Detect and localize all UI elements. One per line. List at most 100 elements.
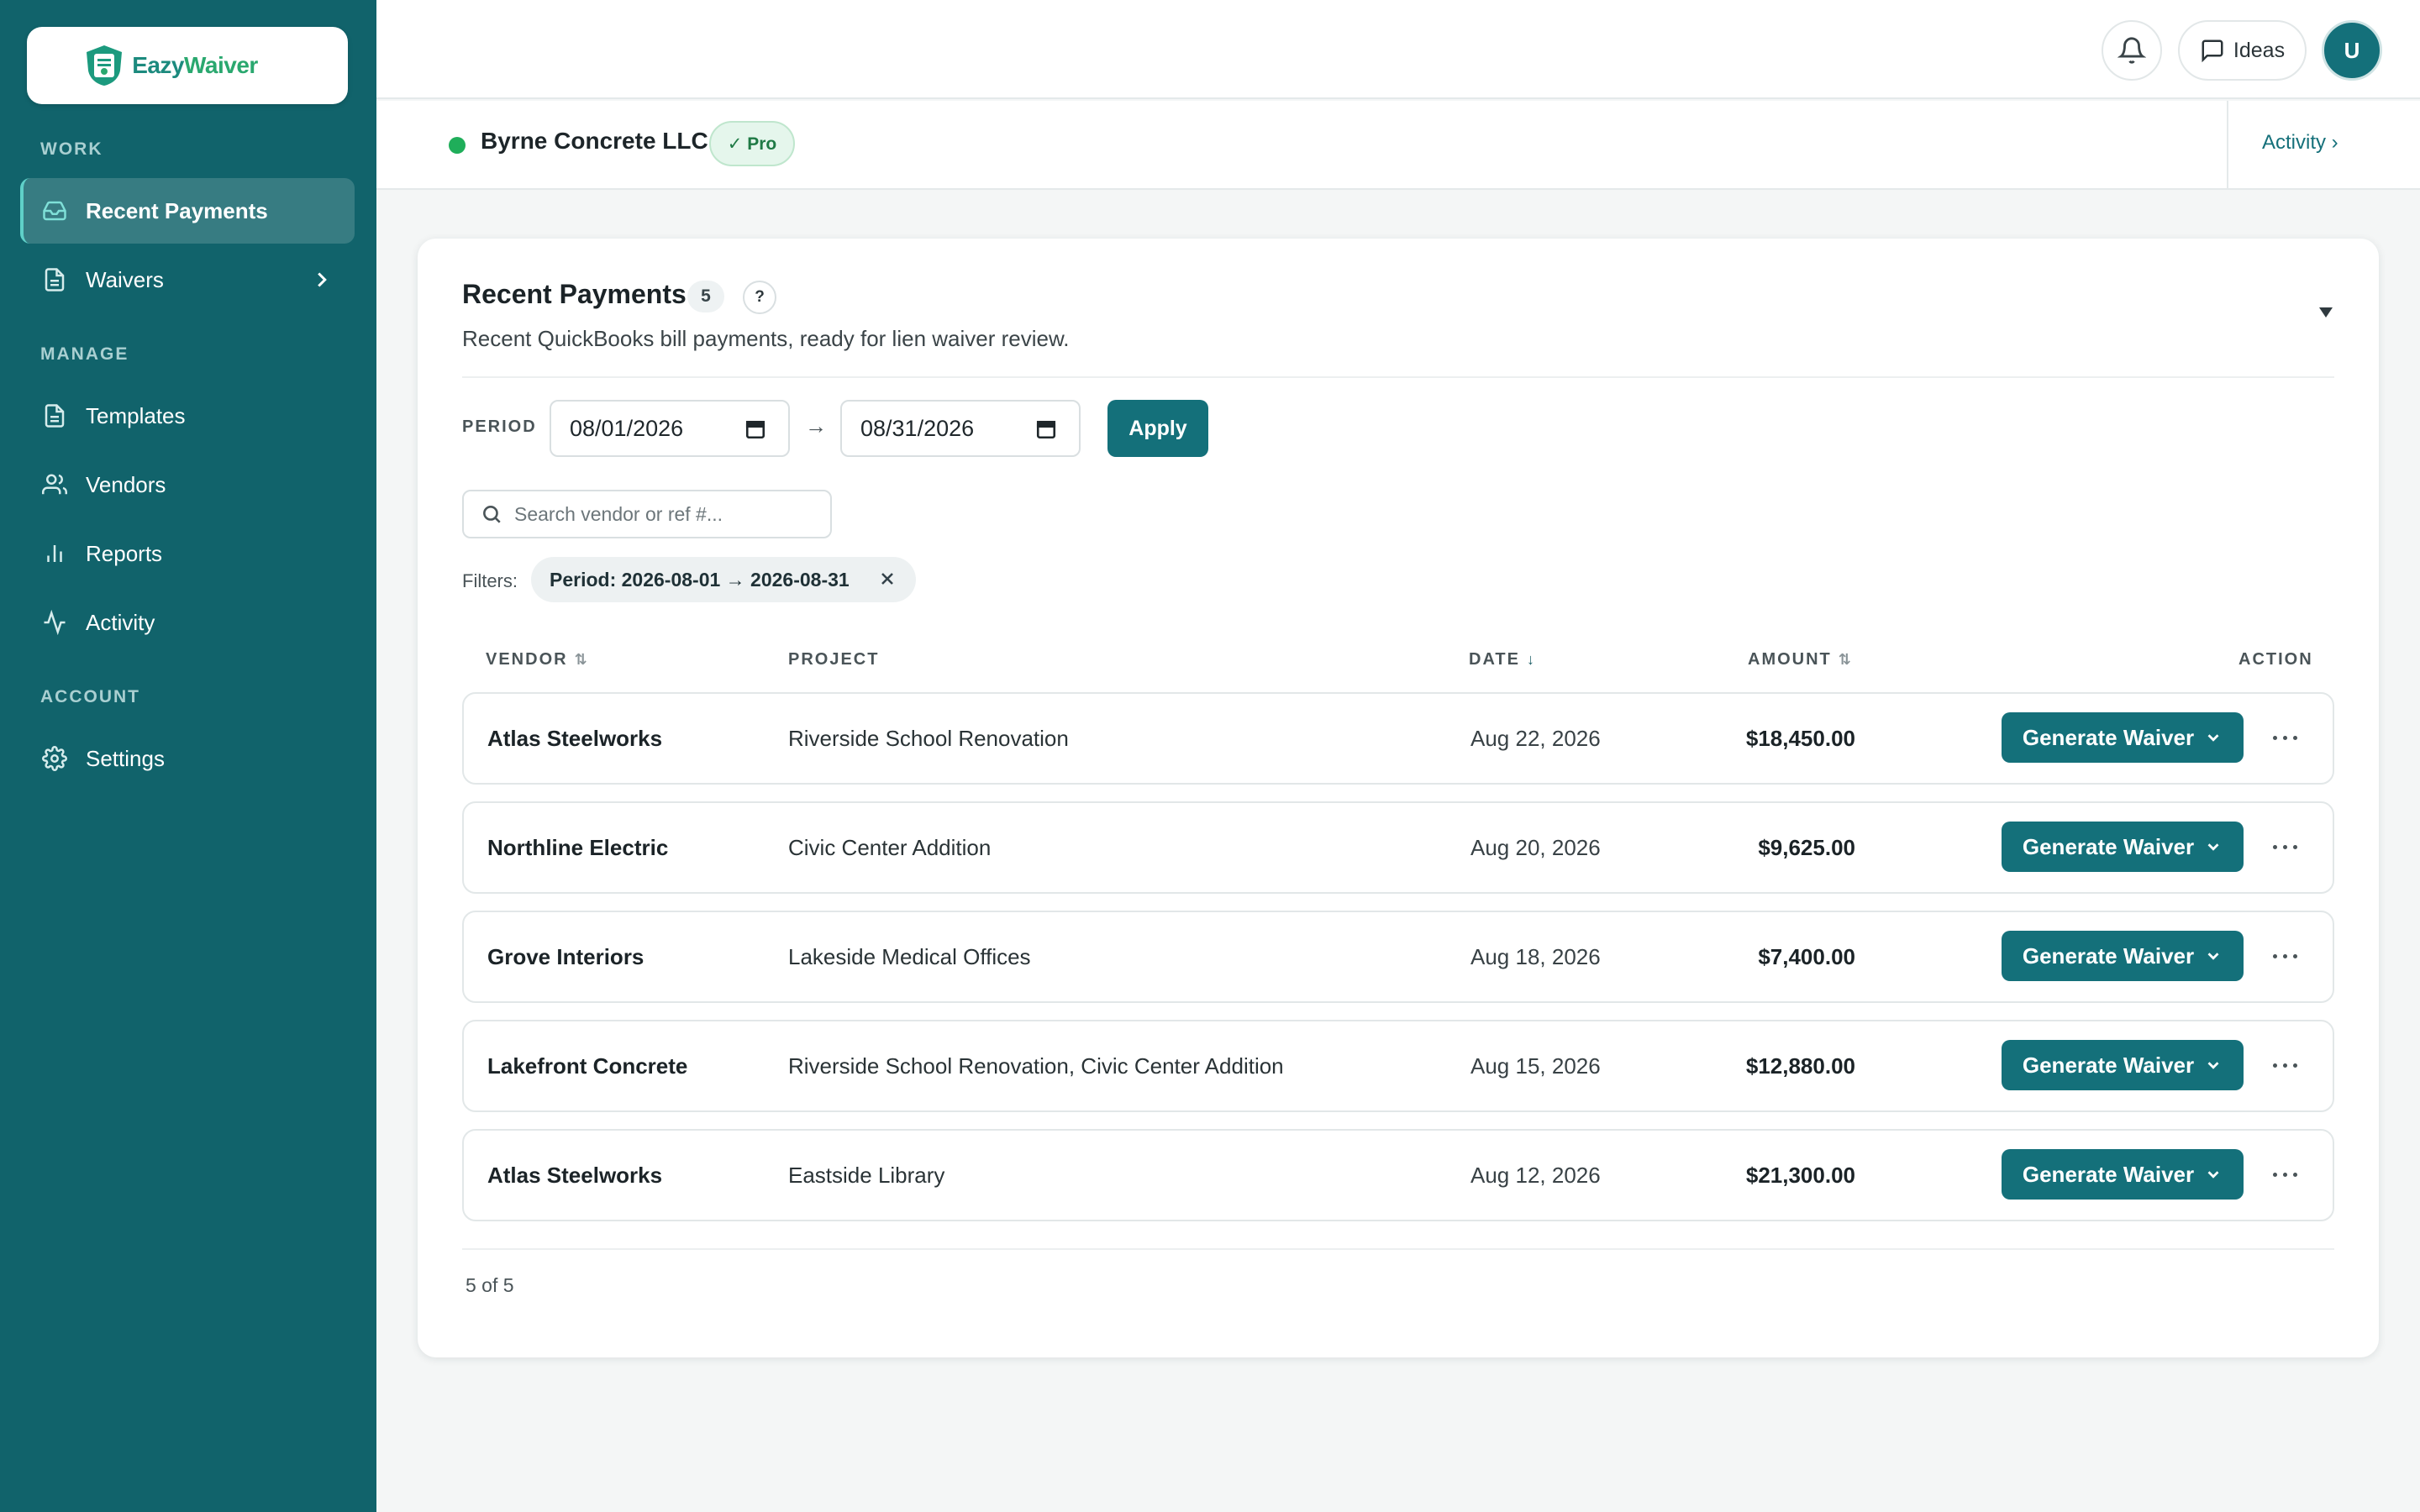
sidebar-item-templates[interactable]: Templates [20, 383, 355, 449]
chevron-right-icon[interactable] [309, 267, 334, 292]
sidebar-item-label: Activity [86, 609, 155, 635]
date-cell: Aug 20, 2026 [1470, 834, 1601, 860]
search-field[interactable] [462, 490, 832, 538]
column-header-vendor[interactable]: VENDOR ⇅ [486, 650, 587, 669]
plan-badge: ✓ Pro [709, 121, 795, 166]
more-options-button[interactable] [2262, 1158, 2307, 1191]
bell-icon [2118, 37, 2146, 64]
generate-waiver-label: Generate Waiver [2022, 724, 2195, 750]
table-row[interactable]: Atlas Steelworks Riverside School Renova… [462, 692, 2334, 785]
nav-section-account: ACCOUNT [40, 687, 140, 706]
logo[interactable]: EazyWaiver [27, 27, 348, 104]
sidebar-item-label: Vendors [86, 471, 166, 497]
page-title: Recent Payments [462, 279, 687, 309]
logo-shield-icon [87, 45, 123, 86]
apply-button[interactable]: Apply [1107, 400, 1208, 457]
gear-icon [40, 744, 69, 773]
vendor-cell: Grove Interiors [487, 943, 644, 969]
amount-cell: $7,400.00 [1758, 943, 1855, 969]
sidebar-item-settings[interactable]: Settings [20, 726, 355, 791]
column-header-label: ACTION [2238, 650, 2313, 669]
more-options-button[interactable] [2262, 721, 2307, 754]
end-date-input[interactable]: 08/31/2026 [840, 400, 1081, 457]
generate-waiver-button[interactable]: Generate Waiver [2002, 712, 2244, 763]
document-icon [40, 265, 69, 294]
logo-text: EazyWaiver [132, 52, 258, 79]
column-header-date[interactable]: DATE ↓ [1469, 650, 1534, 669]
document-icon [40, 402, 69, 430]
table-row[interactable]: Northline Electric Civic Center Addition… [462, 801, 2334, 894]
column-header-amount[interactable]: AMOUNT ⇅ [1748, 650, 1851, 669]
generate-waiver-label: Generate Waiver [2022, 1161, 2195, 1187]
sidebar-item-reports[interactable]: Reports [20, 521, 355, 586]
chevron-down-icon [2207, 734, 2219, 742]
table-row[interactable]: Lakefront Concrete Riverside School Reno… [462, 1020, 2334, 1112]
filter-chip-period: Period: 2026-08-01 → 2026-08-31 [531, 557, 916, 602]
sidebar-item-label: Recent Payments [86, 197, 268, 223]
generate-waiver-label: Generate Waiver [2022, 833, 2195, 859]
caret-down-icon [2319, 307, 2333, 318]
close-icon[interactable] [877, 569, 897, 589]
filter-chip-label: Period: 2026-08-01 → 2026-08-31 [550, 568, 850, 591]
sidebar-item-vendors[interactable]: Vendors [20, 452, 355, 517]
column-header-action: ACTION [2238, 650, 2313, 669]
help-button[interactable]: ? [743, 281, 776, 314]
sort-icon: ⇅ [1838, 651, 1851, 668]
calendar-icon[interactable] [744, 418, 766, 440]
range-arrow: → [805, 413, 827, 438]
sidebar: EazyWaiver WORK Recent Payments Waivers … [0, 0, 376, 1512]
table-row[interactable]: Atlas Steelworks Eastside Library Aug 12… [462, 1129, 2334, 1221]
inbox-icon [40, 197, 69, 225]
divider [462, 1248, 2334, 1250]
chevron-down-icon [2207, 953, 2219, 960]
users-icon [40, 470, 69, 499]
period-label: PERIOD [462, 417, 537, 436]
project-cell: Riverside School Renovation, Civic Cente… [788, 1053, 1284, 1079]
collapse-button[interactable] [2316, 302, 2336, 323]
status-dot [449, 137, 466, 154]
column-header-label: AMOUNT [1748, 650, 1832, 669]
chevron-down-icon [2207, 843, 2219, 851]
calendar-icon[interactable] [1035, 418, 1057, 440]
sidebar-item-activity[interactable]: Activity [20, 590, 355, 655]
project-cell: Riverside School Renovation [788, 725, 1069, 751]
more-options-button[interactable] [2262, 1048, 2307, 1082]
generate-waiver-button[interactable]: Generate Waiver [2002, 1149, 2244, 1200]
search-input[interactable] [514, 502, 817, 526]
column-header-label: PROJECT [788, 650, 880, 669]
search-icon [483, 506, 501, 523]
generate-waiver-button[interactable]: Generate Waiver [2002, 1040, 2244, 1090]
amount-cell: $18,450.00 [1745, 725, 1855, 751]
table-row[interactable]: Grove Interiors Lakeside Medical Offices… [462, 911, 2334, 1003]
sidebar-item-waivers[interactable]: Waivers [20, 247, 355, 312]
generate-waiver-label: Generate Waiver [2022, 1052, 2195, 1078]
bar-chart-icon [40, 539, 69, 568]
sidebar-item-label: Reports [86, 540, 163, 566]
column-header-label: VENDOR [486, 650, 568, 669]
pagination-count: 5 of 5 [466, 1274, 514, 1296]
generate-waiver-label: Generate Waiver [2022, 942, 2195, 969]
logo-text-waiver: Waiver [184, 52, 258, 78]
divider [2227, 101, 2228, 190]
generate-waiver-button[interactable]: Generate Waiver [2002, 822, 2244, 872]
project-cell: Eastside Library [788, 1162, 945, 1188]
project-cell: Lakeside Medical Offices [788, 943, 1031, 969]
activity-link[interactable]: Activity › [2262, 131, 2338, 155]
column-header-project: PROJECT [788, 650, 879, 669]
vendor-cell: Atlas Steelworks [487, 725, 663, 751]
column-header-label: DATE [1469, 650, 1520, 669]
start-date-input[interactable]: 08/01/2026 [550, 400, 790, 457]
generate-waiver-button[interactable]: Generate Waiver [2002, 931, 2244, 981]
message-square-icon [2202, 39, 2223, 63]
end-date-value: 08/31/2026 [860, 415, 975, 441]
ideas-button[interactable]: Ideas [2178, 20, 2307, 81]
date-cell: Aug 15, 2026 [1470, 1053, 1601, 1079]
sidebar-item-recent-payments[interactable]: Recent Payments [20, 178, 355, 244]
filters-label: Filters: [462, 570, 518, 591]
date-cell: Aug 12, 2026 [1470, 1162, 1601, 1188]
avatar[interactable]: U [2322, 20, 2382, 81]
vendor-cell: Lakefront Concrete [487, 1053, 688, 1079]
more-options-button[interactable] [2262, 830, 2307, 864]
notifications-button[interactable] [2102, 20, 2162, 81]
more-options-button[interactable] [2262, 939, 2307, 973]
